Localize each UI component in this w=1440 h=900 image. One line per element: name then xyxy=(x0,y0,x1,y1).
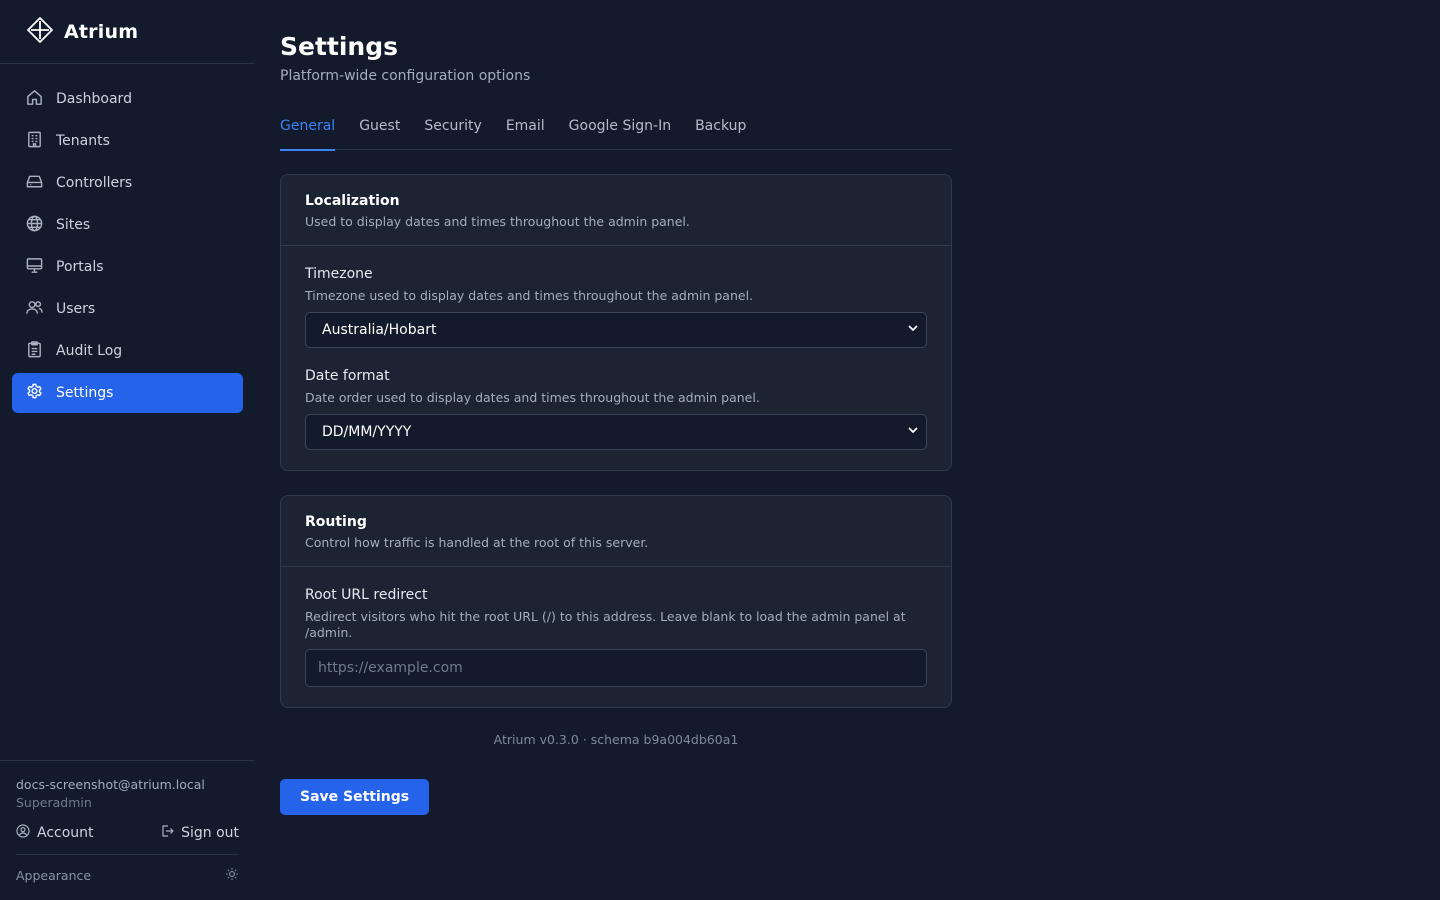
routing-header: Routing Control how traffic is handled a… xyxy=(281,496,951,567)
localization-description: Used to display dates and times througho… xyxy=(305,214,690,229)
sidebar-item-label: Portals xyxy=(56,259,104,275)
root-redirect-input[interactable] xyxy=(305,649,927,687)
tab-google-sign-in[interactable]: Google Sign-In xyxy=(569,110,671,150)
routing-title: Routing xyxy=(305,514,367,530)
monitor-icon xyxy=(25,256,44,279)
sidebar-item-tenants[interactable]: Tenants xyxy=(12,121,243,161)
account-label: Account xyxy=(37,825,94,841)
sidebar-item-portals[interactable]: Portals xyxy=(12,247,243,287)
user-role: Superadmin xyxy=(16,795,92,810)
timezone-select[interactable]: Australia/Hobart xyxy=(305,312,927,348)
sun-icon[interactable] xyxy=(225,867,239,884)
compass-diamond-icon xyxy=(26,16,54,48)
root-redirect-field: Root URL redirect Redirect visitors who … xyxy=(305,587,927,687)
root-redirect-help: Redirect visitors who hit the root URL (… xyxy=(305,609,906,640)
clipboard-list-icon xyxy=(25,340,44,363)
routing-card: Routing Control how traffic is handled a… xyxy=(280,495,952,708)
user-email: docs-screenshot@atrium.local xyxy=(16,777,205,792)
brand[interactable]: Atrium xyxy=(0,0,255,64)
timezone-value: Australia/Hobart xyxy=(322,322,437,338)
localization-body: Timezone Timezone used to display dates … xyxy=(281,246,951,470)
hard-drive-icon xyxy=(25,172,44,195)
users-icon xyxy=(25,298,44,321)
page-title: Settings xyxy=(280,32,399,61)
page-subtitle: Platform-wide configuration options xyxy=(280,68,531,84)
sidebar-item-label: Controllers xyxy=(56,175,133,191)
tab-email[interactable]: Email xyxy=(506,110,545,150)
signout-label: Sign out xyxy=(181,825,239,841)
sidebar-item-label: Users xyxy=(56,301,96,317)
sidebar-item-controllers[interactable]: Controllers xyxy=(12,163,243,203)
date-format-select[interactable]: DD/MM/YYYY xyxy=(305,414,927,450)
appearance-row: Appearance xyxy=(16,867,239,884)
version-info: Atrium v0.3.0 · schema b9a004db60a1 xyxy=(493,732,739,747)
signout-link[interactable]: Sign out xyxy=(160,824,239,842)
localization-card: Localization Used to display dates and t… xyxy=(280,174,952,471)
account-link[interactable]: Account xyxy=(16,824,94,842)
sidebar-item-label: Dashboard xyxy=(56,91,132,107)
routing-body: Root URL redirect Redirect visitors who … xyxy=(281,567,951,707)
sidebar-item-label: Sites xyxy=(56,217,91,233)
tab-guest[interactable]: Guest xyxy=(359,110,400,150)
save-settings-button[interactable]: Save Settings xyxy=(280,779,430,815)
date-format-value: DD/MM/YYYY xyxy=(322,424,412,440)
sidebar-item-sites[interactable]: Sites xyxy=(12,205,243,245)
sidebar-item-dashboard[interactable]: Dashboard xyxy=(12,79,243,119)
date-format-help: Date order used to display dates and tim… xyxy=(305,390,760,405)
timezone-help: Timezone used to display dates and times… xyxy=(305,288,754,303)
sidebar-nav: Dashboard Tenants Controllers Sites Port… xyxy=(0,64,255,413)
localization-header: Localization Used to display dates and t… xyxy=(281,175,951,246)
chevron-down-icon xyxy=(907,322,919,338)
footer-actions: Account Sign out xyxy=(16,824,239,855)
sidebar-item-audit-log[interactable]: Audit Log xyxy=(12,331,243,371)
timezone-label: Timezone xyxy=(305,266,373,282)
sidebar-item-label: Audit Log xyxy=(56,343,123,359)
user-circle-icon xyxy=(16,824,30,842)
routing-description: Control how traffic is handled at the ro… xyxy=(305,535,649,550)
settings-tabs: General Guest Security Email Google Sign… xyxy=(280,110,952,151)
sidebar-item-label: Settings xyxy=(56,385,114,401)
localization-title: Localization xyxy=(305,193,400,209)
appearance-label: Appearance xyxy=(16,868,92,883)
timezone-field: Timezone Timezone used to display dates … xyxy=(305,266,927,348)
globe-icon xyxy=(25,214,44,237)
tab-security[interactable]: Security xyxy=(424,110,482,150)
chevron-down-icon xyxy=(907,424,919,440)
root-redirect-label: Root URL redirect xyxy=(305,587,428,603)
tab-backup[interactable]: Backup xyxy=(695,110,746,150)
date-format-label: Date format xyxy=(305,368,390,384)
home-icon xyxy=(25,88,44,111)
sign-out-icon xyxy=(160,824,174,842)
sidebar-footer: docs-screenshot@atrium.local Superadmin … xyxy=(0,760,255,884)
gear-icon xyxy=(25,382,44,405)
sidebar: Atrium Dashboard Tenants Controllers Sit… xyxy=(0,0,256,900)
sidebar-item-label: Tenants xyxy=(56,133,110,149)
sidebar-item-settings[interactable]: Settings xyxy=(12,373,243,413)
tab-general[interactable]: General xyxy=(280,110,336,151)
building-icon xyxy=(25,130,44,153)
date-format-field: Date format Date order used to display d… xyxy=(305,368,927,450)
main-content: Settings Platform-wide configuration opt… xyxy=(256,0,1440,900)
app-shell: Atrium Dashboard Tenants Controllers Sit… xyxy=(0,0,1440,900)
sidebar-item-users[interactable]: Users xyxy=(12,289,243,329)
brand-name: Atrium xyxy=(64,20,139,43)
